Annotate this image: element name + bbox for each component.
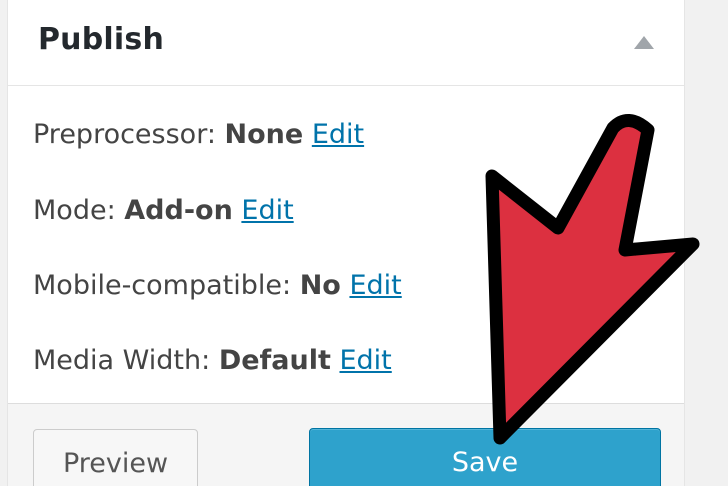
preprocessor-row: Preprocessor: None Edit <box>33 119 364 150</box>
preprocessor-value: None <box>224 119 304 150</box>
mode-label: Mode: <box>33 195 116 226</box>
preprocessor-label: Preprocessor: <box>33 119 216 150</box>
mobile-compatible-label: Mobile-compatible: <box>33 270 292 301</box>
media-width-label: Media Width: <box>33 345 211 376</box>
edit-preprocessor-link[interactable]: Edit <box>312 119 364 150</box>
publish-box: Publish Preprocessor: None Edit Mode: Ad… <box>7 0 685 486</box>
mobile-compatible-value: No <box>299 270 341 301</box>
mode-row: Mode: Add-on Edit <box>33 195 294 226</box>
edit-mobile-compatible-link[interactable]: Edit <box>349 270 401 301</box>
publish-box-header: Publish <box>8 0 684 86</box>
save-button[interactable]: Save <box>309 428 661 486</box>
mode-value: Add-on <box>124 195 233 226</box>
screenshot-stage: Publish Preprocessor: None Edit Mode: Ad… <box>0 0 728 486</box>
media-width-value: Default <box>218 345 331 376</box>
media-width-row: Media Width: Default Edit <box>33 345 392 376</box>
triangle-up-icon[interactable] <box>632 34 656 52</box>
edit-media-width-link[interactable]: Edit <box>339 345 391 376</box>
publish-box-title: Publish <box>38 22 164 57</box>
publish-actions: Preview Save <box>8 403 684 486</box>
edit-mode-link[interactable]: Edit <box>241 195 293 226</box>
preview-button[interactable]: Preview <box>33 429 198 486</box>
mobile-compatible-row: Mobile-compatible: No Edit <box>33 270 402 301</box>
